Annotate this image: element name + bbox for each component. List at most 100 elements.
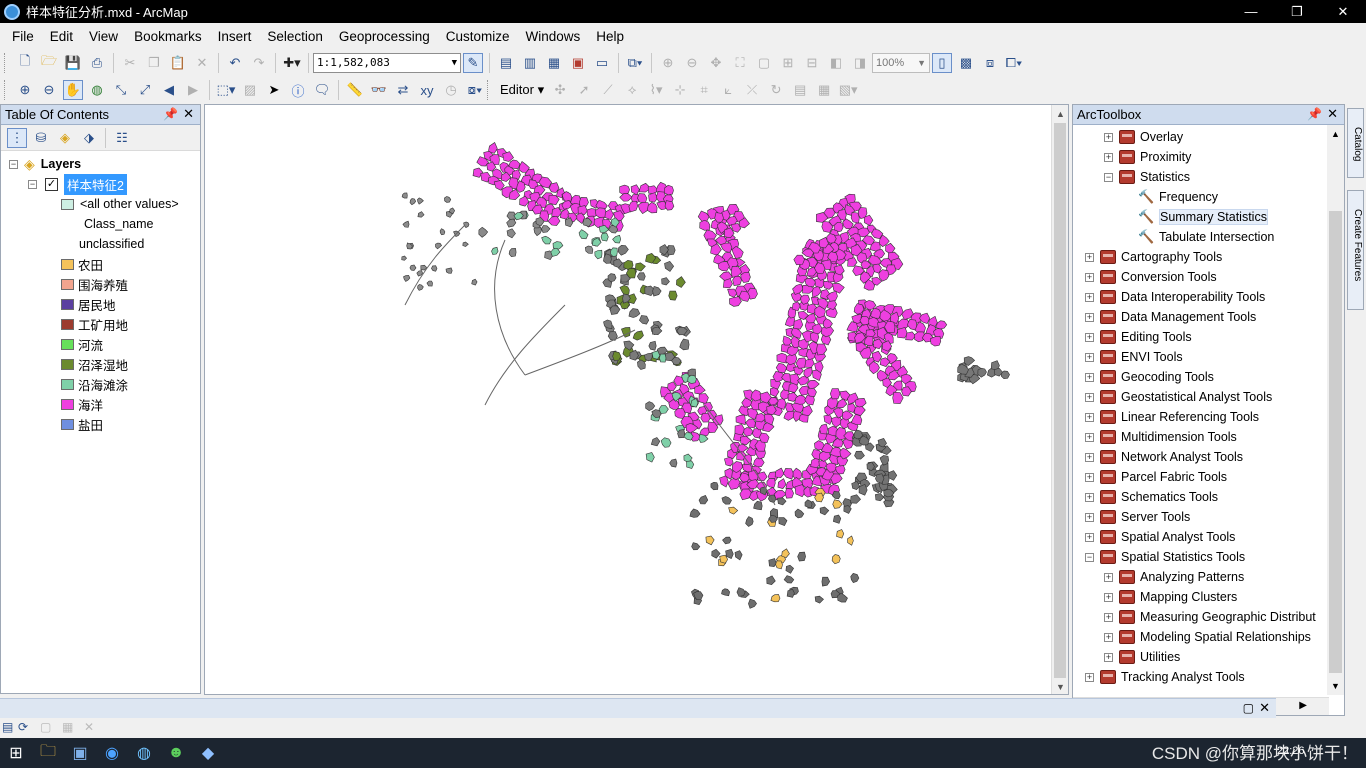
toggle-draft-mode-icon[interactable]: ▯ bbox=[932, 53, 952, 73]
collapse-icon[interactable]: − bbox=[28, 179, 37, 189]
legend-class-item[interactable]: 盐田 bbox=[61, 414, 103, 434]
toolbox-item[interactable]: + Network Analyst Tools bbox=[1085, 447, 1243, 467]
toolbox-item[interactable]: + Tracking Analyst Tools bbox=[1085, 667, 1245, 687]
search-app-icon[interactable]: ◍ bbox=[128, 738, 160, 768]
toolbox-item[interactable]: + Geocoding Tools bbox=[1085, 367, 1214, 387]
fixed-zoom-in-icon[interactable]: ⤡ bbox=[111, 80, 131, 100]
pan-hand-icon[interactable]: ✋ bbox=[63, 80, 83, 100]
change-layout-icon[interactable]: ⧈ bbox=[980, 53, 1000, 73]
fixed-zoom-out-icon[interactable]: ⊟ bbox=[802, 53, 822, 73]
back-extent-icon[interactable]: ◧ bbox=[826, 53, 846, 73]
legend-class-item[interactable]: 围海养殖 bbox=[61, 274, 128, 294]
menu-view[interactable]: View bbox=[81, 29, 126, 44]
rotate-tool-icon[interactable]: ↻ bbox=[766, 80, 786, 100]
sketch-properties-icon[interactable]: ▦ bbox=[814, 80, 834, 100]
legend-other-values[interactable]: <all other values> bbox=[61, 194, 179, 214]
toolbox-item[interactable]: + Conversion Tools bbox=[1085, 267, 1217, 287]
toolbox-item[interactable]: + Editing Tools bbox=[1085, 327, 1192, 347]
end-point-arc-icon[interactable]: ⟡ bbox=[622, 80, 642, 100]
list-by-selection-icon[interactable]: ⬗ bbox=[79, 128, 99, 148]
edit-tool-icon[interactable]: ✣ bbox=[550, 80, 570, 100]
toolbar-grip[interactable] bbox=[4, 80, 9, 100]
zoom-100-icon[interactable]: ▢ bbox=[754, 53, 774, 73]
layout-zoom-out-icon[interactable]: ⊖ bbox=[682, 53, 702, 73]
catalog-tab[interactable]: Catalog bbox=[1347, 108, 1364, 178]
identify-icon[interactable]: ⓘ bbox=[288, 80, 308, 100]
expand-icon[interactable]: + bbox=[1104, 632, 1113, 642]
modelbuilder-icon[interactable]: ⧉▾ bbox=[625, 53, 645, 73]
menu-selection[interactable]: Selection bbox=[259, 29, 331, 44]
forward-extent-icon[interactable]: ◨ bbox=[850, 53, 870, 73]
select-features-icon[interactable]: ⬚▾ bbox=[216, 80, 236, 100]
scroll-up-icon[interactable]: ▲ bbox=[1056, 109, 1065, 119]
expand-icon[interactable]: + bbox=[1104, 572, 1113, 582]
collapse-icon[interactable]: − bbox=[1085, 552, 1094, 562]
expand-icon[interactable]: + bbox=[1085, 512, 1094, 522]
search-window-icon[interactable]: ▦ bbox=[544, 53, 564, 73]
layer-visibility-checkbox[interactable]: ✓ bbox=[45, 177, 58, 191]
zoom-whole-page-icon[interactable]: ⛶ bbox=[730, 53, 750, 73]
arctoolbox-vertical-scrollbar[interactable]: ▲ ▼ bbox=[1327, 125, 1344, 695]
paste-icon[interactable]: 📋 bbox=[168, 53, 188, 73]
legend-class-item[interactable]: 农田 bbox=[61, 254, 103, 274]
toolbox-item[interactable]: + Modeling Spatial Relationships bbox=[1104, 627, 1311, 647]
go-to-xy-icon[interactable]: xy bbox=[417, 80, 437, 100]
expand-icon[interactable]: + bbox=[1085, 292, 1094, 302]
expand-icon[interactable]: + bbox=[1085, 392, 1094, 402]
legend-class-item[interactable]: 沼泽湿地 bbox=[61, 354, 128, 374]
expand-icon[interactable]: + bbox=[1085, 332, 1094, 342]
delete-icon[interactable]: ✕ bbox=[192, 53, 212, 73]
find-route-icon[interactable]: ⇄ bbox=[393, 80, 413, 100]
close-icon[interactable]: ✕ bbox=[183, 106, 194, 122]
expand-icon[interactable]: + bbox=[1104, 152, 1113, 162]
attributes-icon[interactable]: ▤ bbox=[790, 80, 810, 100]
new-document-icon[interactable]: 🗋 bbox=[15, 53, 35, 73]
edit-annotation-icon[interactable]: ➚ bbox=[574, 80, 594, 100]
create-features-tab[interactable]: Create Features bbox=[1347, 190, 1364, 310]
undo-icon[interactable]: ↶ bbox=[225, 53, 245, 73]
select-elements-arrow-icon[interactable]: ➤ bbox=[264, 80, 284, 100]
data-view-icon[interactable]: ⟳ bbox=[18, 720, 28, 734]
expand-icon[interactable]: + bbox=[1085, 352, 1094, 362]
chevron-down-icon[interactable]: ▼ bbox=[917, 54, 926, 72]
menu-file[interactable]: File bbox=[4, 29, 42, 44]
python-window-icon[interactable]: ▭ bbox=[592, 53, 612, 73]
toolbox-item[interactable]: + Overlay bbox=[1104, 127, 1183, 147]
windows-start-icon[interactable]: ⊞ bbox=[0, 738, 32, 768]
toolbox-item[interactable]: + Data Interoperability Tools bbox=[1085, 287, 1265, 307]
expand-icon[interactable]: + bbox=[1085, 472, 1094, 482]
expand-icon[interactable]: + bbox=[1085, 312, 1094, 322]
catalog-window-icon[interactable]: ▥ bbox=[520, 53, 540, 73]
toolbox-item[interactable]: − Statistics bbox=[1104, 167, 1190, 187]
toolbox-item[interactable]: − Spatial Statistics Tools bbox=[1085, 547, 1245, 567]
expand-icon[interactable]: + bbox=[1085, 432, 1094, 442]
measure-icon[interactable]: 📏 bbox=[345, 80, 365, 100]
cancel-icon[interactable]: ✕ bbox=[84, 720, 94, 734]
remote-desktop-icon[interactable]: ▣ bbox=[64, 738, 96, 768]
expand-icon[interactable]: + bbox=[1085, 532, 1094, 542]
toolbar-grip[interactable] bbox=[4, 53, 9, 73]
arcmap-task-icon[interactable]: ◆ bbox=[192, 738, 224, 768]
map-canvas[interactable] bbox=[205, 105, 1053, 694]
create-viewer-window-icon[interactable]: ⧇▾ bbox=[465, 80, 485, 100]
reshape-feature-icon[interactable]: ⌗ bbox=[694, 80, 714, 100]
map-display[interactable]: ▲ ▼ bbox=[204, 104, 1069, 695]
straight-segment-icon[interactable]: ⟋ bbox=[598, 80, 618, 100]
cut-icon[interactable]: ✂ bbox=[120, 53, 140, 73]
refresh-icon[interactable]: ▢ bbox=[40, 720, 51, 734]
find-binoculars-icon[interactable]: 👓 bbox=[369, 80, 389, 100]
toolbox-item[interactable]: 🔨 Frequency bbox=[1123, 187, 1218, 207]
toolbox-item[interactable]: 🔨 Tabulate Intersection bbox=[1123, 227, 1274, 247]
expand-icon[interactable]: + bbox=[1104, 132, 1113, 142]
collapse-icon[interactable]: − bbox=[9, 159, 18, 169]
toolbox-item[interactable]: + Analyzing Patterns bbox=[1104, 567, 1244, 587]
list-by-source-icon[interactable]: ⛁ bbox=[31, 128, 51, 148]
create-features-icon[interactable]: ▧▾ bbox=[838, 80, 858, 100]
toolbar-grip[interactable] bbox=[487, 80, 492, 100]
legend-class-item[interactable]: 海洋 bbox=[61, 394, 103, 414]
toolbox-item[interactable]: + Spatial Analyst Tools bbox=[1085, 527, 1235, 547]
layout-zoom-combobox[interactable]: 100% ▼ bbox=[872, 53, 930, 73]
layout-pan-icon[interactable]: ✥ bbox=[706, 53, 726, 73]
legend-class-item[interactable]: 居民地 bbox=[61, 294, 116, 314]
map-vertical-scrollbar[interactable]: ▲ ▼ bbox=[1051, 105, 1068, 694]
